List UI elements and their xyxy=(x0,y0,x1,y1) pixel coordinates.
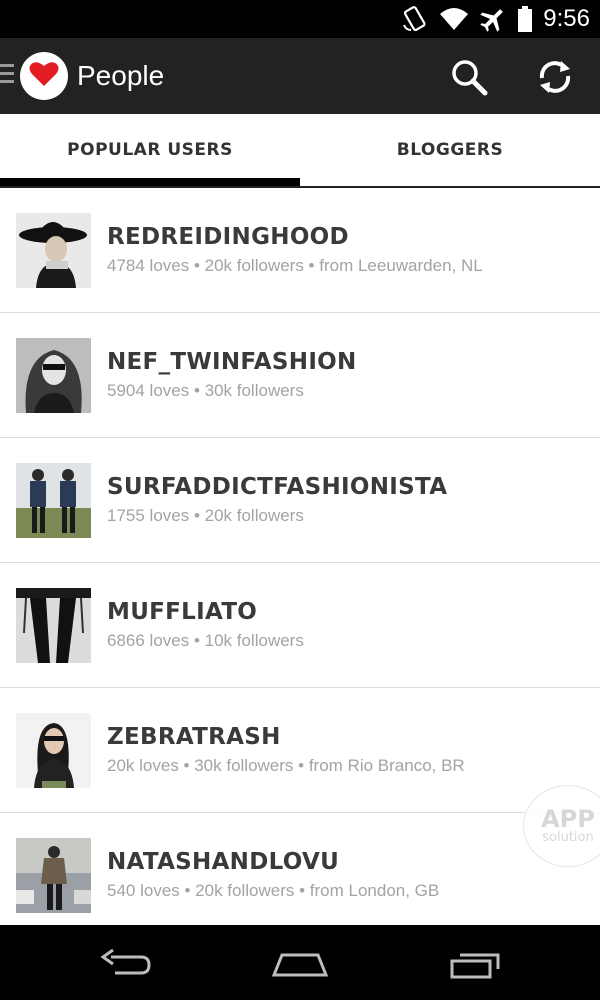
tab-bar: POPULAR USERS BLOGGERS xyxy=(0,114,600,188)
rotation-lock-icon xyxy=(401,5,429,33)
user-name: SURFADDICTFASHIONISTA xyxy=(107,474,448,500)
page-title: People xyxy=(77,60,165,91)
list-item[interactable]: MUFFLIATO 6866 loves • 10k followers xyxy=(0,563,600,688)
status-bar: 9:56 xyxy=(0,0,600,38)
recents-icon xyxy=(446,953,506,985)
avatar xyxy=(16,338,91,413)
user-name: NEF_TWINFASHION xyxy=(107,349,357,375)
avatar xyxy=(16,463,91,538)
user-name: REDREIDINGHOOD xyxy=(107,224,349,250)
back-button[interactable] xyxy=(95,945,155,981)
refresh-icon xyxy=(534,61,576,102)
user-stats: 6866 loves • 10k followers xyxy=(107,631,304,650)
status-clock: 9:56 xyxy=(543,5,590,32)
tab-bloggers[interactable]: BLOGGERS xyxy=(300,114,600,186)
avatar xyxy=(16,588,91,663)
avatar xyxy=(16,713,91,788)
avatar xyxy=(16,838,91,913)
search-button[interactable] xyxy=(448,56,490,98)
tab-popular-users[interactable]: POPULAR USERS xyxy=(0,114,300,186)
watermark-main: APP xyxy=(541,805,595,833)
home-icon xyxy=(270,953,330,985)
menu-icon[interactable] xyxy=(0,64,16,88)
user-name: ZEBRATRASH xyxy=(107,724,281,750)
airplane-icon xyxy=(479,5,507,33)
user-list[interactable]: REDREIDINGHOOD 4784 loves • 20k follower… xyxy=(0,188,600,925)
user-stats: 4784 loves • 20k followers • from Leeuwa… xyxy=(107,256,483,275)
recents-button[interactable] xyxy=(446,945,506,981)
home-button[interactable] xyxy=(270,945,330,981)
user-stats: 20k loves • 30k followers • from Rio Bra… xyxy=(107,756,465,775)
battery-icon xyxy=(517,6,533,32)
list-item[interactable]: REDREIDINGHOOD 4784 loves • 20k follower… xyxy=(0,188,600,313)
user-stats: 540 loves • 20k followers • from London,… xyxy=(107,881,440,900)
heart-icon xyxy=(29,61,59,91)
list-item[interactable]: SURFADDICTFASHIONISTA 1755 loves • 20k f… xyxy=(0,438,600,563)
app-bar: People xyxy=(0,38,600,114)
app-logo[interactable] xyxy=(20,52,68,100)
refresh-button[interactable] xyxy=(534,56,576,98)
tab-indicator xyxy=(0,178,300,186)
list-item[interactable]: NEF_TWINFASHION 5904 loves • 30k followe… xyxy=(0,313,600,438)
watermark-sub: solution xyxy=(542,830,594,845)
back-icon xyxy=(95,948,155,985)
user-name: MUFFLIATO xyxy=(107,599,258,625)
avatar xyxy=(16,213,91,288)
user-stats: 5904 loves • 30k followers xyxy=(107,381,304,400)
system-nav-bar xyxy=(0,925,600,1000)
user-name: NATASHANDLOVU xyxy=(107,849,340,875)
list-item[interactable]: ZEBRATRASH 20k loves • 30k followers • f… xyxy=(0,688,600,813)
list-item[interactable]: NATASHANDLOVU 540 loves • 20k followers … xyxy=(0,813,600,925)
search-icon xyxy=(448,60,490,102)
user-stats: 1755 loves • 20k followers xyxy=(107,506,304,525)
wifi-icon xyxy=(439,6,469,32)
status-icons: 9:56 xyxy=(391,0,590,38)
